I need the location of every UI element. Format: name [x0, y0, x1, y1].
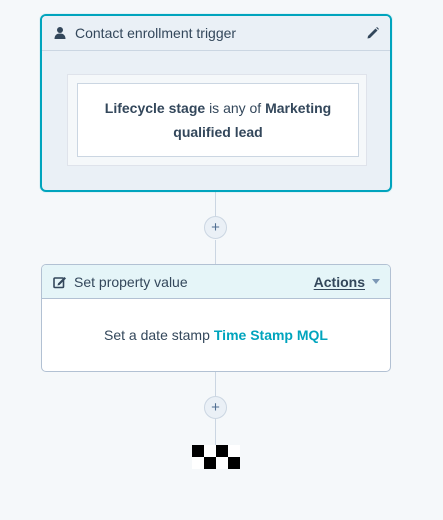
- add-step-button[interactable]: +: [204, 396, 227, 419]
- actions-dropdown[interactable]: Actions: [314, 274, 380, 290]
- filter-criteria[interactable]: Lifecycle stage is any of Marketing qual…: [77, 83, 359, 157]
- action-description: Set a date stamp: [104, 327, 210, 343]
- checkered-flag-icon: [192, 445, 240, 469]
- chevron-down-icon: [372, 279, 380, 284]
- set-property-action-card[interactable]: Set property value Actions Set a date st…: [41, 264, 391, 372]
- action-title: Set property value: [74, 273, 188, 290]
- add-step-button[interactable]: +: [204, 216, 227, 239]
- action-header: Set property value Actions: [42, 265, 390, 299]
- filter-operator: is any of: [209, 100, 266, 116]
- filter-group: Lifecycle stage is any of Marketing qual…: [67, 74, 367, 166]
- contact-person-icon: [53, 26, 67, 40]
- trigger-header: Contact enrollment trigger: [42, 16, 390, 51]
- action-body: Set a date stamp Time Stamp MQL: [42, 299, 390, 371]
- actions-dropdown-label: Actions: [313, 273, 365, 290]
- connector-line: [215, 240, 216, 265]
- property-link[interactable]: Time Stamp MQL: [214, 327, 328, 343]
- edit-square-icon: [53, 275, 67, 289]
- connector-line: [215, 419, 216, 445]
- enrollment-trigger-card[interactable]: Contact enrollment trigger Lifecycle sta…: [40, 14, 392, 192]
- filter-property: Lifecycle stage: [104, 100, 206, 116]
- trigger-title: Contact enrollment trigger: [75, 25, 237, 41]
- trigger-body: Lifecycle stage is any of Marketing qual…: [42, 51, 390, 190]
- connector-line: [215, 191, 216, 217]
- pencil-icon[interactable]: [366, 26, 380, 40]
- connector-line: [215, 371, 216, 396]
